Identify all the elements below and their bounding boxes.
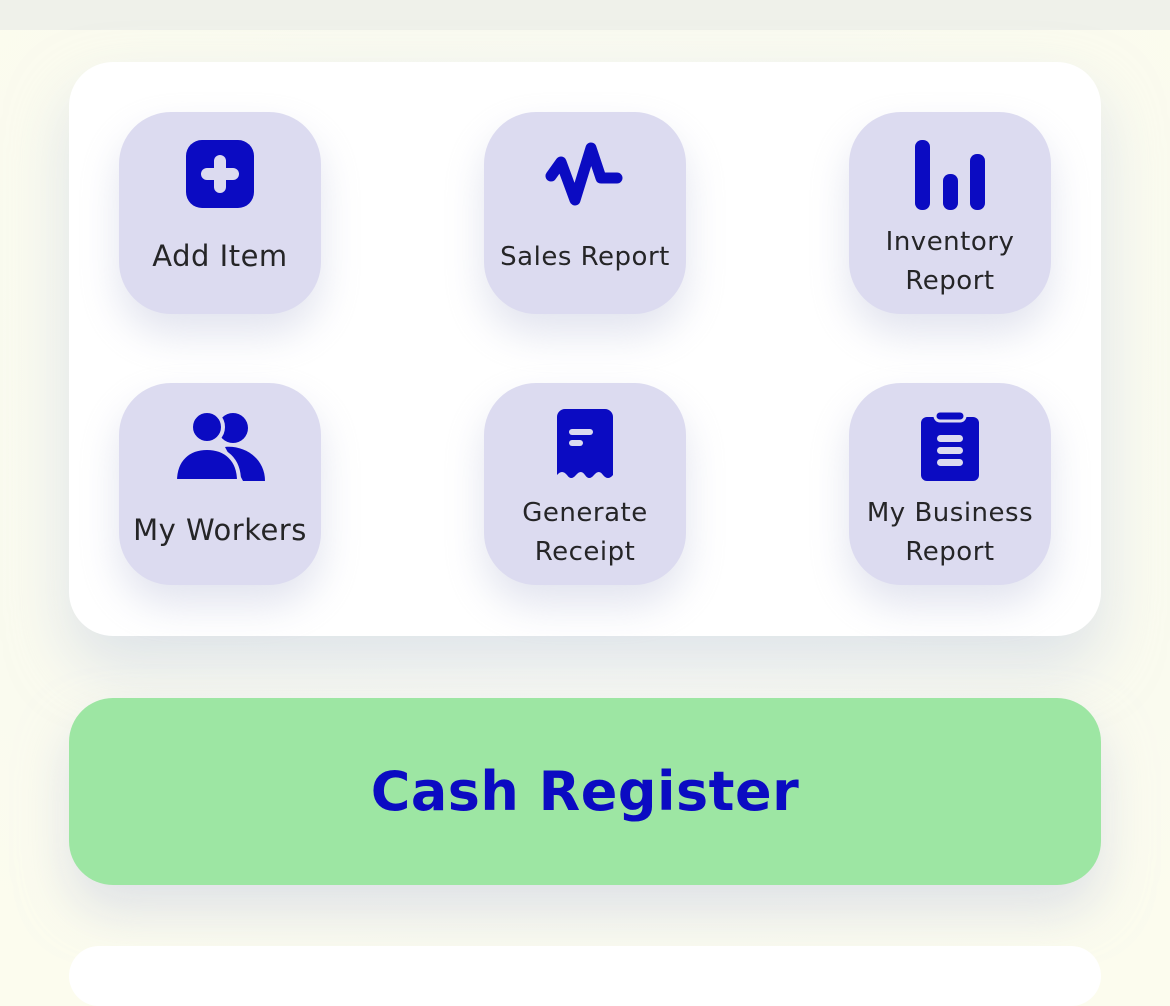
quick-actions-card: Add Item Sales Report Inventory Report M… [69,62,1101,636]
inventory-report-label: Inventory Report [885,227,1015,296]
my-business-report-label: My Business Report [866,498,1034,567]
cash-register-label: Cash Register [370,760,800,823]
activity-icon [545,142,625,210]
inventory-report-tile[interactable]: Inventory Report [849,112,1051,314]
generate-receipt-tile[interactable]: Generate Receipt [484,383,686,585]
generate-receipt-label: Generate Receipt [522,498,648,567]
my-business-report-tile[interactable]: My Business Report [849,383,1051,585]
bar-chart-icon [913,140,987,214]
users-icon [172,409,267,485]
next-section-card [69,946,1101,1006]
receipt-icon [557,409,613,485]
cash-register-button[interactable]: Cash Register [69,698,1101,885]
status-strip [0,0,1170,30]
plus-square-icon [186,140,254,212]
clipboard-icon [921,409,979,485]
sales-report-tile[interactable]: Sales Report [484,112,686,314]
my-workers-label: My Workers [133,513,307,547]
sales-report-label: Sales Report [500,242,670,272]
add-item-label: Add Item [152,239,288,273]
add-item-tile[interactable]: Add Item [119,112,321,314]
my-workers-tile[interactable]: My Workers [119,383,321,585]
